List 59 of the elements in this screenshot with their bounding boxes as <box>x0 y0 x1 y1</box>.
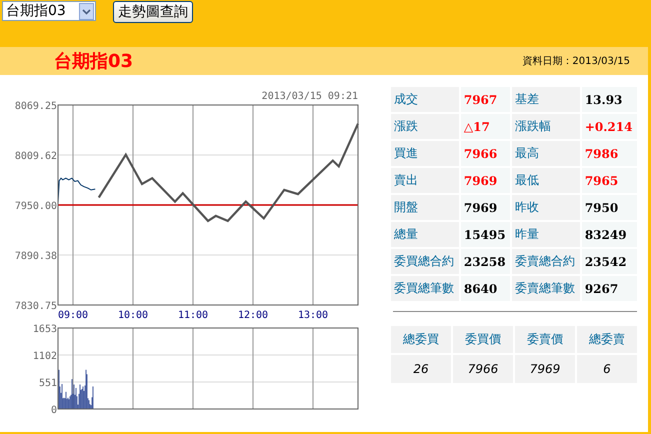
y-axis-label: 8069.25 <box>14 101 57 112</box>
field-label: 委賣總合約 <box>512 249 580 274</box>
column-header: 總委買 <box>391 326 451 353</box>
field-label: 昨量 <box>512 222 580 247</box>
field-value: 7965 <box>582 168 637 193</box>
field-label: 委買總筆數 <box>391 276 459 301</box>
field-label: 漲跌 <box>391 114 459 139</box>
field-label: 總量 <box>391 222 459 247</box>
y-axis-label: 1102 <box>32 351 57 362</box>
y-axis-label: 7830.75 <box>14 301 57 312</box>
table-cell: 6 <box>577 355 637 383</box>
field-value: 23542 <box>582 249 637 274</box>
field-value: 7966 <box>460 141 510 166</box>
y-axis-label: 7890.38 <box>14 251 57 262</box>
x-axis-label: 09:00 <box>58 310 88 321</box>
field-value: 15495 <box>460 222 510 247</box>
x-axis-label: 11:00 <box>178 310 208 321</box>
field-label: 漲跌幅 <box>512 114 580 139</box>
y-axis-label: 0 <box>50 405 57 416</box>
y-axis-label: 1653 <box>32 324 57 335</box>
table-cell: 26 <box>391 355 451 383</box>
field-label: 委買總合約 <box>391 249 459 274</box>
field-value: △17 <box>460 114 510 139</box>
x-axis-label: 10:00 <box>118 310 148 321</box>
field-label: 買進 <box>391 141 459 166</box>
y-axis-label: 551 <box>38 378 57 389</box>
field-label: 成交 <box>391 87 459 112</box>
table-cell: 7969 <box>515 355 575 383</box>
field-value: 7950 <box>582 195 637 220</box>
y-axis-label: 7950.00 <box>14 201 57 212</box>
field-label: 昨收 <box>512 195 580 220</box>
field-value: 8640 <box>460 276 510 301</box>
field-label: 最低 <box>512 168 580 193</box>
column-header: 委買價 <box>453 326 513 353</box>
y-axis-label: 8009.62 <box>14 151 57 162</box>
field-value: 7986 <box>582 141 637 166</box>
table-cell: 7966 <box>453 355 513 383</box>
chart-timestamp: 2013/03/15 09:21 <box>262 91 358 102</box>
field-label: 開盤 <box>391 195 459 220</box>
x-axis-label: 13:00 <box>298 310 328 321</box>
field-value: 7967 <box>460 87 510 112</box>
column-header: 總委賣 <box>577 326 637 353</box>
contract-select[interactable]: 台期指03 <box>2 1 96 21</box>
column-header: 委賣價 <box>515 326 575 353</box>
field-label: 基差 <box>512 87 580 112</box>
data-date: 資料日期：2013/03/15 <box>522 54 630 68</box>
field-label: 賣出 <box>391 168 459 193</box>
query-button[interactable]: 走勢圖查詢 <box>113 1 193 23</box>
field-value: 13.93 <box>582 87 637 112</box>
field-label: 委賣總筆數 <box>512 276 580 301</box>
x-axis-label: 12:00 <box>238 310 268 321</box>
field-value: 23258 <box>460 249 510 274</box>
field-value: 7969 <box>460 195 510 220</box>
field-value: 7969 <box>460 168 510 193</box>
page-title: 台期指03 <box>54 50 134 73</box>
field-value: +0.214 <box>582 114 637 139</box>
field-value: 83249 <box>582 222 637 247</box>
field-value: 9267 <box>582 276 637 301</box>
field-label: 最高 <box>512 141 580 166</box>
